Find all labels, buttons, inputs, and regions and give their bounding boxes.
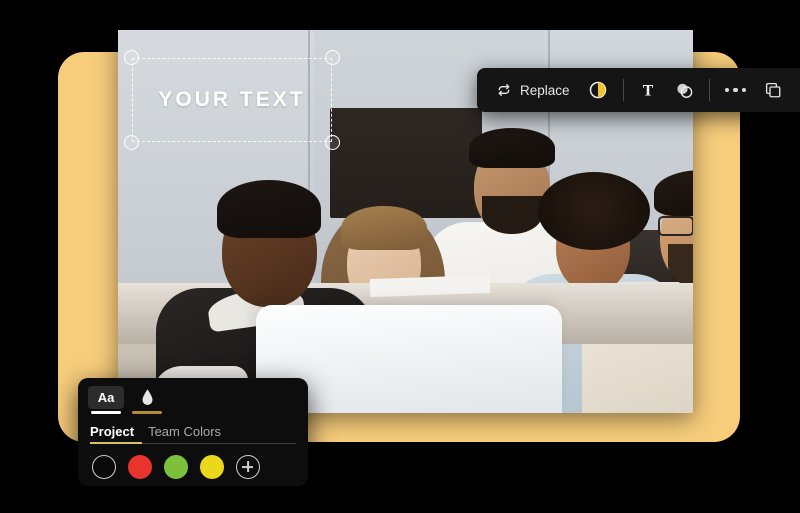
color-swatch-list: [78, 444, 308, 479]
glasses-icon: [658, 216, 693, 236]
adjust-button[interactable]: [579, 68, 617, 112]
swatch-yellow[interactable]: [200, 455, 224, 479]
more-options-button[interactable]: [716, 68, 756, 112]
text-tool-icon: T: [639, 81, 657, 99]
fill-color-tab[interactable]: [130, 386, 164, 414]
replace-button[interactable]: Replace: [487, 68, 579, 112]
text-element-label[interactable]: YOUR TEXT: [132, 58, 332, 142]
person-hair: [654, 170, 693, 216]
swap-arrows-icon: [496, 82, 512, 98]
swatch-black[interactable]: [92, 455, 116, 479]
text-tool-button[interactable]: T: [630, 68, 666, 112]
toolbar-divider-1: [622, 79, 624, 101]
delete-button[interactable]: [791, 68, 800, 112]
blend-button[interactable]: [666, 68, 703, 112]
brightness-contrast-icon: [588, 80, 608, 100]
fill-color-tab-underline: [132, 411, 162, 414]
image-context-toolbar: Replace T: [477, 68, 800, 112]
text-style-tab[interactable]: Aa: [88, 386, 124, 414]
duplicate-icon: [764, 81, 782, 99]
toolbar-divider-2: [708, 79, 710, 101]
person-hair: [217, 180, 321, 238]
text-style-tab-underline: [91, 411, 121, 414]
swatch-red[interactable]: [128, 455, 152, 479]
droplet-icon: [130, 386, 164, 409]
more-options-icon: [724, 87, 747, 93]
color-panel-mode-tabs: Aa: [78, 386, 308, 418]
duplicate-button[interactable]: [755, 68, 791, 112]
swatch-green[interactable]: [164, 455, 188, 479]
editor-canvas: YOUR TEXT Replace T Aa Project Team Colo…: [0, 0, 800, 513]
opacity-blend-icon: [675, 81, 694, 100]
resize-handle-bottom-left[interactable]: [124, 135, 139, 150]
color-source-tabs: Project Team Colors: [78, 418, 308, 444]
text-style-tab-label: Aa: [88, 386, 124, 409]
color-picker-panel: Aa Project Team Colors: [78, 378, 308, 486]
add-color-button[interactable]: [236, 455, 260, 479]
replace-label: Replace: [520, 82, 570, 98]
tab-project[interactable]: Project: [90, 424, 134, 444]
text-element-selection[interactable]: YOUR TEXT: [124, 50, 340, 150]
tab-team-colors[interactable]: Team Colors: [148, 424, 221, 444]
tab-underline-active: [90, 442, 142, 444]
svg-text:T: T: [642, 82, 653, 99]
resize-handle-top-left[interactable]: [124, 50, 139, 65]
resize-handle-bottom-right[interactable]: [325, 135, 340, 150]
resize-handle-top-right[interactable]: [325, 50, 340, 65]
